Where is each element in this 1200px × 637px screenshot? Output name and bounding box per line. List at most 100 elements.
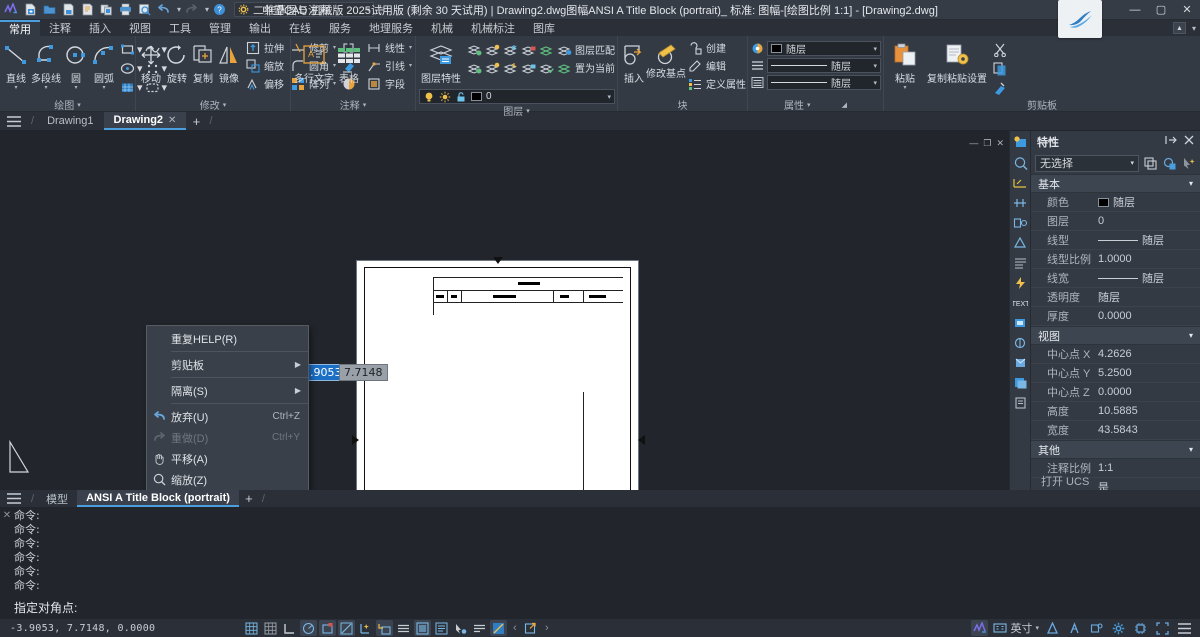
power-tools-icon[interactable] (1011, 275, 1029, 291)
workspace-menu-caret[interactable]: ≡ (379, 5, 384, 14)
ortho-toggle[interactable] (281, 620, 298, 636)
insert-block-tool[interactable]: 插入 (621, 39, 647, 85)
layout-tools-icon[interactable] (1011, 375, 1029, 391)
polyline-tool[interactable]: 多段线 ▾ (31, 39, 61, 91)
layer-merge-icon[interactable] (538, 41, 555, 58)
chevron-down-icon[interactable]: ▾ (526, 107, 530, 115)
chevron-down-icon[interactable]: ▾ (409, 44, 412, 51)
ribbon-tab-library[interactable]: 图库 (524, 20, 564, 36)
undo-dropdown-caret[interactable]: ▾ (177, 5, 181, 14)
context-menu-item-repeat-help[interactable]: 重复HELP(R) (147, 328, 308, 349)
property-row-color[interactable]: 颜色 随层 (1031, 193, 1200, 212)
chevron-down-icon[interactable]: ▾ (102, 86, 105, 91)
context-menu-item-zoom[interactable]: 缩放(Z) (147, 469, 308, 490)
stretch-tool[interactable]: 拉伸 (243, 39, 286, 56)
chevron-down-icon[interactable]: ▾ (1130, 159, 1134, 167)
linear-dimension-tool[interactable]: 线性 ▾ (364, 39, 414, 56)
coordinate-display[interactable]: -3.9053, 7.7148, 0.0000 (0, 623, 155, 634)
canvas-close-icon[interactable]: ✕ (996, 138, 1004, 149)
selection-marker-right[interactable] (638, 435, 645, 445)
ribbon-collapse-button[interactable]: ▲ (1173, 22, 1186, 34)
app-status-icon[interactable] (971, 620, 988, 636)
define-attribute-tool[interactable]: 定义属性 (685, 75, 748, 92)
documents-menu-button[interactable] (0, 112, 28, 130)
sheet-tools-icon[interactable] (1011, 395, 1029, 411)
create-block-tool[interactable]: 创建 (685, 39, 748, 56)
workspace-selector[interactable]: 二维草图与注释 ▾ (234, 2, 374, 17)
line-tool[interactable]: 直线 ▾ (3, 39, 29, 91)
layer-thaw-icon[interactable] (502, 59, 519, 76)
ribbon-tab-home[interactable]: 常用 (0, 20, 40, 36)
command-line-close-button[interactable]: ✕ (0, 507, 14, 596)
drawing-canvas[interactable]: — ❐ ✕ (0, 131, 1030, 490)
save-as-icon[interactable] (79, 1, 96, 18)
property-row-width[interactable]: 宽度 43.5843 (1031, 421, 1200, 440)
layer-combo[interactable]: 0 ▾ (419, 89, 615, 104)
edit-base-point-tool[interactable]: 修改基点 (649, 39, 683, 80)
ribbon-tab-output[interactable]: 输出 (240, 20, 280, 36)
chevron-down-icon[interactable]: ▾ (77, 101, 81, 109)
snap-toggle[interactable] (262, 620, 279, 636)
dynamic-input-y-value[interactable]: 7.7148 (339, 364, 388, 381)
hardware-accel-icon[interactable] (1066, 620, 1083, 636)
redo-icon[interactable] (183, 1, 200, 18)
ribbon-tab-mechanical[interactable]: 机械 (422, 20, 462, 36)
field-tool[interactable]: 字段 (364, 75, 414, 92)
properties-group-view[interactable]: 视图 ▾ (1031, 326, 1200, 345)
property-row-center-y[interactable]: 中心点 Y 5.2500 (1031, 364, 1200, 383)
lineweight-combo[interactable]: 随层 ▾ (767, 75, 881, 90)
mtext-tool[interactable]: A 多行文字 ▾ (294, 39, 334, 91)
layer-set-current-tool[interactable]: 置为当前 (574, 59, 616, 76)
new-file-icon[interactable] (22, 1, 39, 18)
draw-tools-icon[interactable] (1011, 335, 1029, 351)
ribbon-tab-service[interactable]: 服务 (320, 20, 360, 36)
properties-group-general[interactable]: 基本 ▾ (1031, 174, 1200, 193)
color-combo[interactable]: 随层 ▾ (767, 41, 881, 56)
save-icon[interactable] (60, 1, 77, 18)
copy-tool[interactable]: 复制 (191, 39, 215, 85)
chevron-down-icon[interactable]: ▾ (607, 93, 611, 101)
quick-select-icon[interactable] (1180, 155, 1196, 172)
canvas-restore-icon[interactable]: ❐ (983, 138, 991, 149)
hamburger-icon[interactable] (1176, 620, 1193, 636)
undo-icon[interactable] (155, 1, 172, 18)
chevron-down-icon[interactable]: ▾ (873, 45, 877, 53)
panel-dialog-launcher[interactable]: ◢ (842, 101, 847, 109)
ribbon-tab-online[interactable]: 在线 (280, 20, 320, 36)
layer-freeze-icon[interactable] (502, 41, 519, 58)
mirror-tool[interactable]: 镜像 (217, 39, 241, 85)
expand-icon[interactable] (522, 620, 539, 636)
close-icon[interactable] (1184, 135, 1194, 148)
ellipse-icon[interactable] (119, 60, 136, 77)
selection-cycling-toggle[interactable] (452, 620, 469, 636)
chevron-down-icon[interactable]: ▾ (223, 101, 227, 109)
ducs-toggle[interactable] (357, 620, 374, 636)
otrack-toggle[interactable] (338, 620, 355, 636)
ribbon-options-caret[interactable]: ▾ (1192, 24, 1196, 33)
property-row-transparency[interactable]: 透明度 随层 (1031, 288, 1200, 307)
transparency-toggle[interactable] (414, 620, 431, 636)
selection-marker-top[interactable] (493, 257, 503, 264)
chevron-down-icon[interactable]: ▾ (367, 6, 371, 14)
layer-unisolate-icon[interactable] (466, 59, 483, 76)
layout-tab-model[interactable]: 模型 (37, 490, 77, 507)
chevron-down-icon[interactable]: ▾ (903, 86, 906, 91)
canvas-context-menu[interactable]: 重复HELP(R) 剪贴板 ▶ 隔离(S) ▶ 放弃(U) (146, 325, 309, 490)
ribbon-tab-tools[interactable]: 工具 (160, 20, 200, 36)
layer-on-icon[interactable] (484, 59, 501, 76)
new-document-button[interactable]: + (186, 112, 206, 130)
property-row-thickness[interactable]: 厚度 0.0000 (1031, 307, 1200, 326)
chevron-down-icon[interactable]: ▾ (873, 62, 877, 70)
close-icon[interactable]: ✕ (168, 115, 176, 126)
context-menu-item-clipboard[interactable]: 剪贴板 ▶ (147, 354, 308, 375)
symbol-tools-icon[interactable] (1011, 235, 1029, 251)
property-row-linetype[interactable]: 线型 随层 (1031, 231, 1200, 250)
print-preview-icon[interactable] (136, 1, 153, 18)
bom-tools-icon[interactable] (1011, 255, 1029, 271)
property-row-center-x[interactable]: 中心点 X 4.2626 (1031, 345, 1200, 364)
view-tools-icon[interactable] (1011, 155, 1029, 171)
library-tools-icon[interactable] (1011, 355, 1029, 371)
chevron-down-icon[interactable]: ▾ (44, 86, 47, 91)
offset-tool[interactable]: 偏移 (243, 75, 286, 92)
layer-properties-tool[interactable]: 图层特性 (419, 39, 463, 85)
